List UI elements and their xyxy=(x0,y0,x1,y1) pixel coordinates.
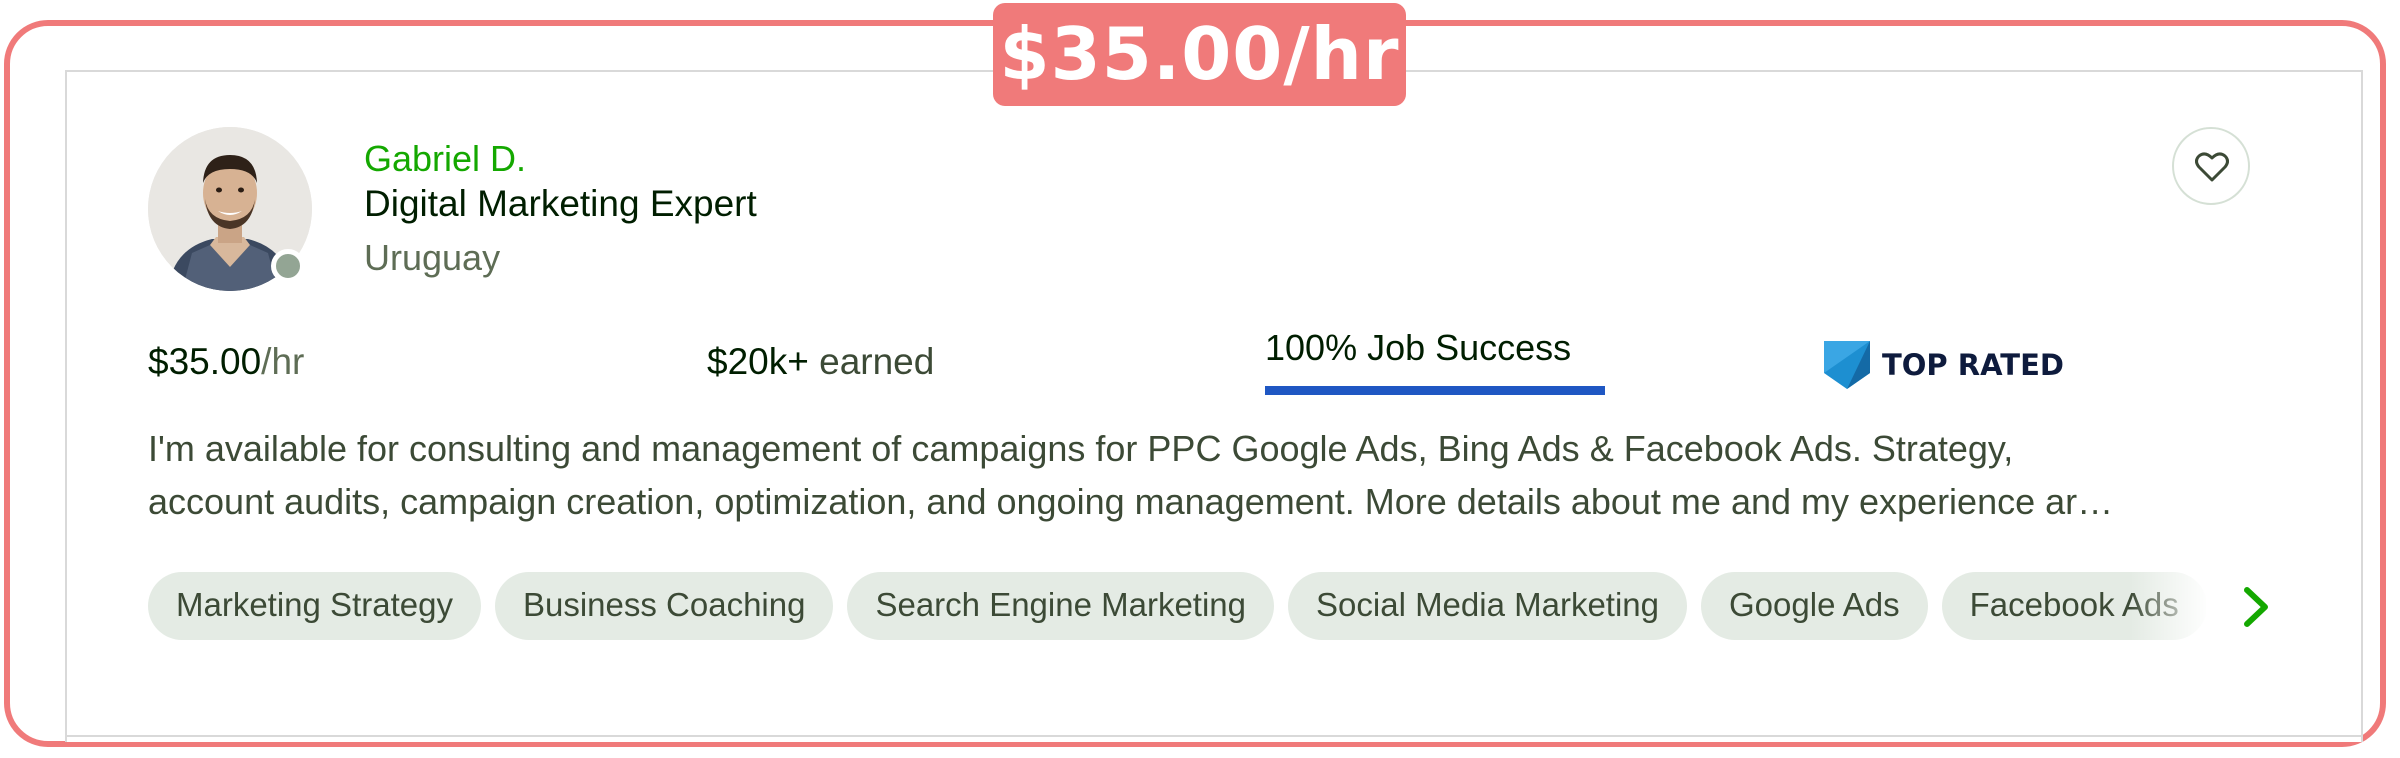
heart-icon xyxy=(2195,152,2229,182)
top-rated-badge-icon xyxy=(1824,341,1870,389)
job-success-bar xyxy=(1265,386,1605,395)
rate-unit: /hr xyxy=(261,341,305,382)
avatar[interactable] xyxy=(148,127,312,291)
skill-chip[interactable]: Social Media Marketing xyxy=(1288,572,1688,640)
earned-amount: $20k+ xyxy=(707,341,809,382)
description-line-2: account audits, campaign creation, optim… xyxy=(148,481,2114,522)
rate-amount: $35.00 xyxy=(148,341,262,382)
save-favorite-button[interactable] xyxy=(2172,127,2250,205)
top-rated-badge: TOP RATED xyxy=(1824,340,2064,390)
freelancer-description[interactable]: I'm available for consulting and managem… xyxy=(148,422,2278,528)
chevron-right-icon xyxy=(2244,587,2268,627)
hourly-rate: $35.00/hr xyxy=(148,340,304,384)
skill-chip[interactable]: Search Engine Marketing xyxy=(847,572,1275,640)
price-tag: $35.00/hr xyxy=(993,3,1406,106)
skills-fade-overlay xyxy=(2130,572,2210,640)
earned-label: earned xyxy=(819,341,935,382)
skill-chip[interactable]: Marketing Strategy xyxy=(148,572,481,640)
more-skills-button[interactable] xyxy=(2236,582,2276,632)
skill-chip[interactable]: Business Coaching xyxy=(494,572,834,640)
freelancer-title: Digital Marketing Expert xyxy=(364,183,757,224)
skills-list: Marketing Strategy Business Coaching Searc… xyxy=(148,572,2206,640)
job-success-bar-fill xyxy=(1265,386,1605,395)
description-line-1: I'm available for consulting and managem… xyxy=(148,428,2014,469)
skill-chip[interactable]: Google Ads xyxy=(1701,572,1928,640)
total-earned: $20k+ earned xyxy=(707,340,934,384)
freelancer-country: Uruguay xyxy=(364,237,501,278)
top-rated-label: TOP RATED xyxy=(1882,348,2064,382)
online-status-dot xyxy=(271,249,305,283)
card-divider xyxy=(65,735,2363,737)
freelancer-name[interactable]: Gabriel D. xyxy=(364,137,526,181)
job-success-label: 100% Job Success xyxy=(1265,327,1572,368)
